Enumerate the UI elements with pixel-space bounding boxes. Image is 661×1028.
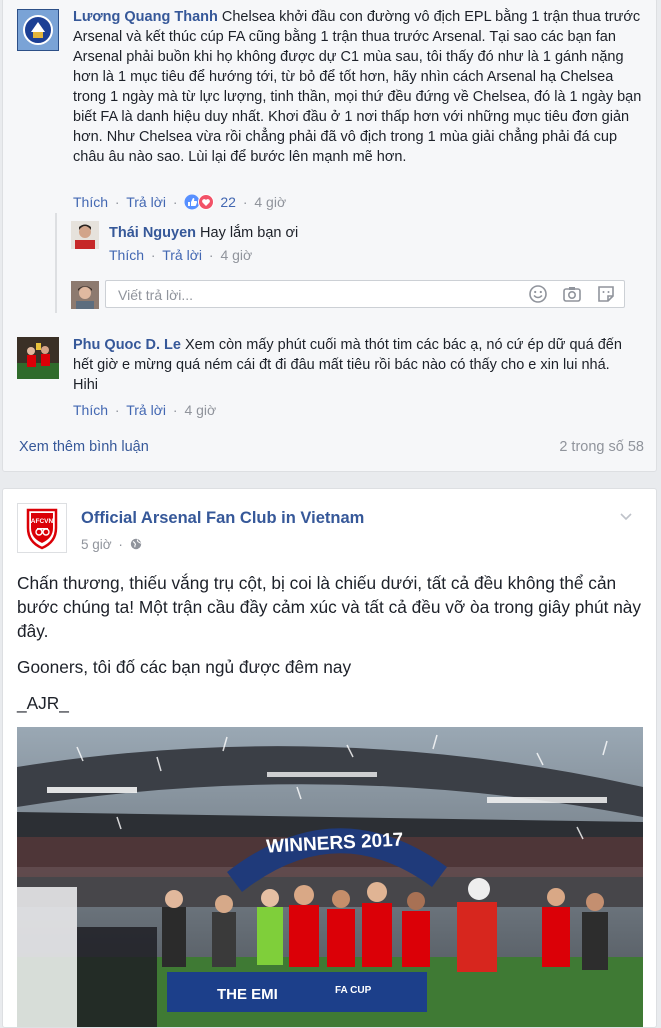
comment-actions: Thích · Trả lời · 22 · 4 giờ [73,194,287,210]
like-link[interactable]: Thích [73,194,108,210]
reaction-count: 22 [220,194,236,210]
globe-icon[interactable] [130,538,142,550]
reactions[interactable]: 22 [184,194,239,210]
reply-link[interactable]: Trả lời [162,247,202,263]
page-avatar[interactable]: AFCVN [17,503,67,553]
board-text-left: THE EMI [217,986,278,1003]
post-paragraph: Chấn thương, thiếu vắng trụ cột, bị coi … [17,573,642,641]
comments-footer: Xem thêm bình luận 2 trong số 58 [19,439,644,455]
comment-author[interactable]: Lương Quang Thanh [73,9,218,25]
like-link[interactable]: Thích [73,402,108,418]
post-paragraph: Gooners, tôi đố các bạn ngủ được đêm nay [17,657,352,677]
comment-text: Chelsea khởi đầu con đường vô địch EPL b… [73,9,642,165]
comment-time[interactable]: 4 giờ [184,402,216,418]
like-love-reaction-icon [184,194,215,210]
post-meta: 5 giờ · [81,537,142,552]
post-paragraph: _AJR_ [17,693,69,713]
post-photo[interactable]: WINNERS 2017 THE EMI FA CUP [17,727,643,1027]
chelsea-crest-icon [18,10,58,50]
chevron-down-icon[interactable] [619,509,633,523]
reply-link[interactable]: Trả lời [126,194,166,210]
comment-count: 2 trong số 58 [559,439,644,455]
comment-author[interactable]: Phu Quoc D. Le [73,337,181,353]
camera-icon[interactable] [562,284,582,304]
emoji-icon[interactable] [528,284,548,304]
user-photo-icon [71,281,99,309]
reply-actions: Thích · Trả lời · 4 giờ [109,247,253,263]
post-text: Chấn thương, thiếu vắng trụ cột, bị coi … [17,571,642,727]
post-header: AFCVN Official Arsenal Fan Club in Vietn… [17,503,637,563]
board-text-right: FA CUP [335,985,372,996]
avatar[interactable] [17,9,59,51]
reply-author[interactable]: Thái Nguyen [109,225,196,241]
post-time[interactable]: 5 giờ [81,537,112,552]
user-photo-icon [71,221,99,249]
view-more-comments-link[interactable]: Xem thêm bình luận [19,439,149,455]
post-card: AFCVN Official Arsenal Fan Club in Vietn… [2,488,657,1028]
afcvn-logo-icon: AFCVN [26,508,58,550]
fa-cup-celebration-photo: WINNERS 2017 THE EMI FA CUP [17,727,643,1027]
current-user-avatar[interactable] [71,281,99,309]
logo-text: AFCVN [31,518,54,525]
like-link[interactable]: Thích [109,247,144,263]
arsenal-players-photo-icon [17,337,59,379]
avatar[interactable] [17,337,59,379]
reply-input-box [105,280,625,308]
sticker-icon[interactable] [596,284,616,304]
reply-input[interactable] [116,285,500,305]
reply-time[interactable]: 4 giờ [220,247,252,263]
comments-card: Lương Quang Thanh Chelsea khởi đầu con đ… [2,0,657,472]
comment-actions: Thích · Trả lời · 4 giờ [73,402,217,418]
reply-text: Hay lắm bạn ơi [200,225,299,241]
reply-link[interactable]: Trả lời [126,402,166,418]
comment-time[interactable]: 4 giờ [254,194,286,210]
avatar[interactable] [71,221,99,249]
page-name-link[interactable]: Official Arsenal Fan Club in Vietnam [81,509,364,528]
